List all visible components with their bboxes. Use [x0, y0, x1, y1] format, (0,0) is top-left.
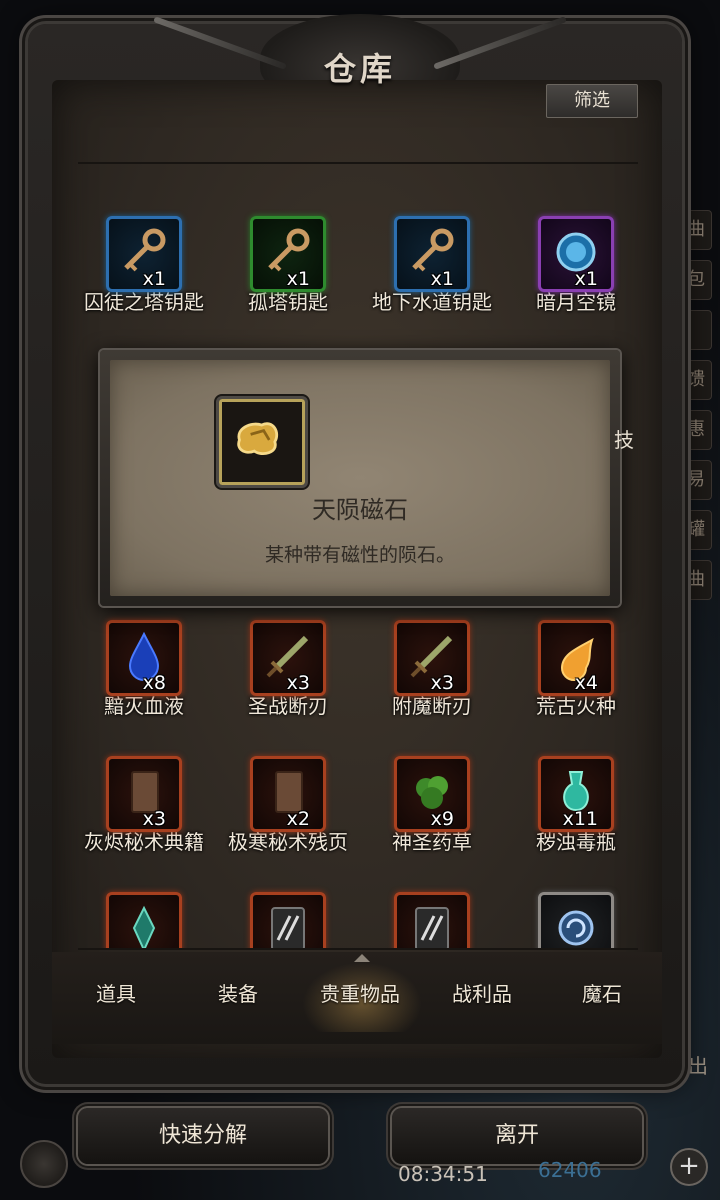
item-count: x3	[286, 672, 310, 694]
side-tab[interactable]: 惠	[680, 410, 712, 450]
side-tab[interactable]	[680, 310, 712, 350]
side-tab[interactable]: 曲	[680, 210, 712, 250]
item-cell[interactable]: x1 暗月空镜	[504, 216, 648, 315]
item-cell[interactable]	[216, 892, 360, 948]
item-slot[interactable]: x2	[250, 756, 326, 832]
scroll-icon	[271, 907, 305, 948]
scroll-icon	[415, 907, 449, 948]
side-tab[interactable]: 罐	[680, 510, 712, 550]
item-slot[interactable]	[106, 892, 182, 948]
item-slot[interactable]: x9	[394, 756, 470, 832]
item-cell[interactable]: x3 附魔断刃	[360, 620, 504, 719]
item-cell[interactable]: x1 孤塔钥匙	[216, 216, 360, 315]
item-cell[interactable]: x11 秽浊毒瓶	[504, 756, 648, 855]
category-tabs: 道具 装备 贵重物品 战利品 魔石	[52, 952, 662, 1044]
item-count: x11	[562, 808, 598, 830]
item-cell[interactable]: x9 神圣药草	[360, 756, 504, 855]
item-slot[interactable]: x3	[106, 756, 182, 832]
item-count: x4	[574, 672, 598, 694]
tooltip-item-name: 天陨磁石	[312, 496, 408, 524]
item-count: x3	[430, 672, 454, 694]
item-cell[interactable]: x4 荒古火种	[504, 620, 648, 719]
meteorite-icon	[237, 422, 279, 455]
item-slot[interactable]	[394, 892, 470, 948]
item-slot[interactable]: x3	[394, 620, 470, 696]
side-tab[interactable]: 包	[680, 260, 712, 300]
tab-loot[interactable]: 战利品	[422, 978, 542, 1007]
partial-item-name: 技	[614, 428, 634, 452]
item-slot[interactable]: x8	[106, 620, 182, 696]
page-title: 仓库	[323, 50, 396, 88]
item-slot[interactable]: x3	[250, 620, 326, 696]
crystal-icon	[132, 905, 156, 948]
item-count: x8	[142, 672, 166, 694]
tab-valuables[interactable]: 贵重物品	[300, 978, 420, 1007]
item-count: x2	[286, 808, 310, 830]
scroll-caret-icon	[354, 952, 370, 962]
item-count: x1	[430, 268, 454, 290]
item-slot[interactable]: x1	[250, 216, 326, 292]
item-cell[interactable]	[360, 892, 504, 948]
item-count: x1	[142, 268, 166, 290]
item-slot[interactable]: x11	[538, 756, 614, 832]
tooltip-item-description: 某种带有磁性的陨石。	[264, 544, 455, 566]
side-tab[interactable]: 易	[680, 460, 712, 500]
item-count: x9	[430, 808, 454, 830]
item-cell[interactable]: x8 黯灭血液	[72, 620, 216, 719]
filter-button[interactable]: 筛选	[546, 84, 638, 118]
tab-magic-stones[interactable]: 魔石	[542, 978, 662, 1007]
divider	[78, 162, 638, 164]
item-slot[interactable]	[538, 892, 614, 948]
item-cell[interactable]: x1 囚徒之塔钥匙	[72, 216, 216, 315]
tab-equipment[interactable]: 装备	[178, 978, 298, 1007]
side-tab[interactable]: 曲	[680, 560, 712, 600]
item-slot[interactable]: x1	[394, 216, 470, 292]
item-cell[interactable]: x2 极寒秘术残页	[216, 756, 360, 855]
frost-orb-icon	[558, 910, 594, 946]
currency-amount: 62406	[538, 1158, 602, 1182]
add-icon[interactable]: +	[670, 1148, 708, 1186]
side-label: 出	[688, 1054, 708, 1078]
item-slot[interactable]: x4	[538, 620, 614, 696]
quick-decompose-button[interactable]: 快速分解	[78, 1108, 328, 1164]
item-slot[interactable]: x1	[538, 216, 614, 292]
item-cell[interactable]	[504, 892, 648, 948]
leave-button[interactable]: 离开	[392, 1108, 642, 1164]
item-tooltip	[100, 350, 620, 606]
item-cell[interactable]: x3 灰烬秘术典籍	[72, 756, 216, 855]
item-cell[interactable]: x3 圣战断刃	[216, 620, 360, 719]
item-slot[interactable]: x1	[106, 216, 182, 292]
item-cell[interactable]: x1 地下水道钥匙	[360, 216, 504, 315]
divider	[78, 948, 638, 950]
side-tab[interactable]: 馈	[680, 360, 712, 400]
tooltip-item-slot	[216, 396, 308, 488]
menu-gear-icon[interactable]	[20, 1140, 68, 1188]
item-count: x1	[286, 268, 310, 290]
item-count: x3	[142, 808, 166, 830]
clock: 08:34:51	[398, 1162, 488, 1186]
item-count: x1	[574, 268, 598, 290]
item-cell[interactable]	[72, 892, 216, 948]
tab-items[interactable]: 道具	[56, 978, 176, 1007]
item-slot[interactable]	[250, 892, 326, 948]
